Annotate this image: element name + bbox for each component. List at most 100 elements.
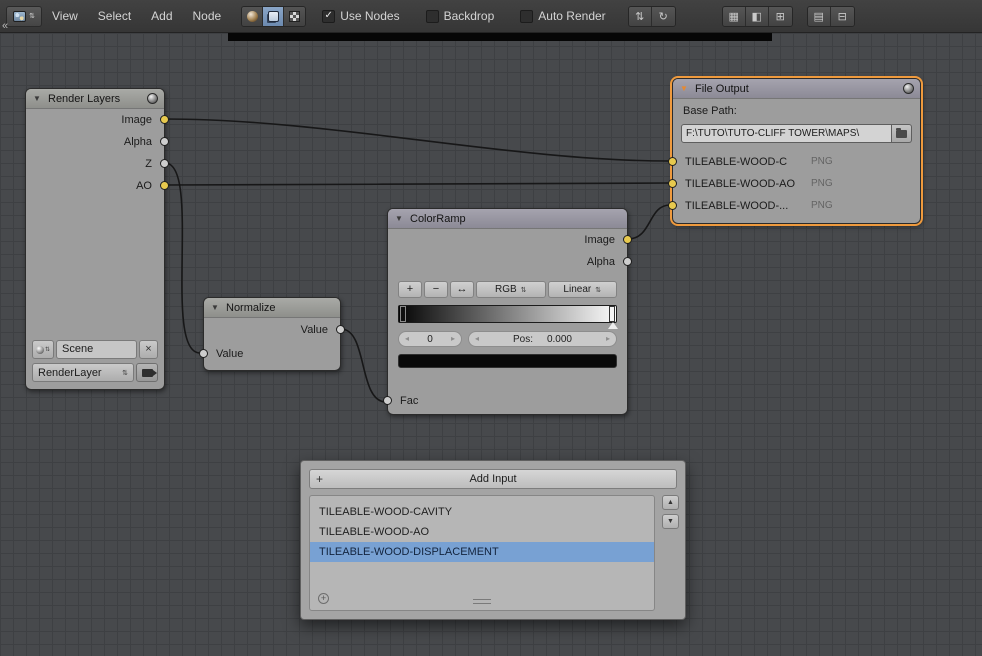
menu-add[interactable]: Add — [141, 9, 182, 23]
compositing-nodes-button[interactable] — [263, 7, 284, 26]
scene-row: ⇅ Scene × — [32, 340, 158, 359]
base-path-row: F:\TUTO\TUTO-CLIFF TOWER\MAPS\ — [681, 124, 912, 143]
render-layers-header[interactable]: ▼ Render Layers — [26, 89, 164, 109]
expand-filter-icon[interactable]: + — [318, 593, 329, 604]
texture-nodes-button[interactable] — [284, 7, 305, 26]
menu-select[interactable]: Select — [88, 9, 141, 23]
collapse-icon[interactable]: ▼ — [211, 298, 219, 318]
stop-index-stepper[interactable]: ◂ 0 ▸ — [398, 331, 462, 347]
file-output-header[interactable]: ▼ File Output — [673, 79, 920, 99]
auto-render-toggle[interactable]: Auto Render — [520, 9, 605, 23]
node-editor-canvas[interactable]: ⇅ View Select Add Node ✓ Use Nodes Backd… — [0, 0, 982, 656]
add-input-button[interactable]: + Add Input — [309, 469, 677, 489]
value-output-socket[interactable] — [336, 325, 345, 334]
slot-input-socket[interactable] — [668, 157, 677, 166]
z-output-socket[interactable] — [160, 159, 169, 168]
image-output-socket[interactable] — [160, 115, 169, 124]
menu-view[interactable]: View — [42, 9, 88, 23]
scroll-up-button[interactable]: ▲ — [662, 495, 679, 510]
colorramp-header[interactable]: ▼ ColorRamp — [388, 209, 627, 229]
overlay-icon[interactable]: ⊞ — [769, 7, 792, 26]
preview-sphere-icon[interactable] — [903, 83, 914, 94]
output-alpha: Alpha — [26, 131, 164, 153]
key-icon[interactable]: ⇅ — [629, 7, 652, 26]
browse-scene-button[interactable]: ⇅ — [32, 340, 54, 359]
position-text: Pos: 0.000 — [479, 334, 606, 345]
stop-color-swatch[interactable] — [398, 354, 617, 368]
paste-icon[interactable]: ⊟ — [831, 7, 854, 26]
browse-path-button[interactable] — [892, 124, 912, 143]
value-input-socket[interactable] — [199, 349, 208, 358]
list-item[interactable]: TILEABLE-WOOD-CAVITY — [310, 502, 654, 522]
scene-name-field[interactable]: Scene — [56, 340, 137, 359]
stepper-right-icon[interactable]: ▸ — [606, 335, 610, 343]
flip-ramp-button[interactable]: ↔ — [450, 281, 474, 298]
snap-icon[interactable]: ▦ — [723, 7, 746, 26]
interpolation-dropdown[interactable]: Linear ⇅ — [548, 281, 618, 298]
render-active-layer-button[interactable] — [136, 363, 158, 382]
base-path-field[interactable]: F:\TUTO\TUTO-CLIFF TOWER\MAPS\ — [681, 124, 892, 143]
shader-nodes-button[interactable] — [242, 7, 263, 26]
stepper-right-icon[interactable]: ▸ — [451, 335, 455, 343]
preview-sphere-icon[interactable] — [147, 93, 158, 104]
pos-value: 0.000 — [547, 334, 572, 345]
node-title: Normalize — [226, 302, 276, 314]
collapse-icon[interactable]: ▼ — [395, 209, 403, 229]
resize-grip[interactable] — [473, 599, 491, 604]
scroll-down-button[interactable]: ▼ — [662, 514, 679, 529]
output-alpha: Alpha — [388, 251, 627, 273]
refresh-icon[interactable]: ↻ — [652, 7, 675, 26]
socket-label: AO — [136, 180, 152, 192]
normalize-header[interactable]: ▼ Normalize — [204, 298, 340, 318]
output-value: Value — [204, 318, 340, 342]
render-layer-dropdown[interactable]: RenderLayer ⇅ — [32, 363, 134, 382]
colorramp-node[interactable]: ▼ ColorRamp Image Alpha + − ↔ RGB ⇅ Line… — [387, 208, 628, 415]
editor-type-button[interactable]: ⇅ — [6, 6, 42, 27]
normalize-node[interactable]: ▼ Normalize Value Value — [203, 297, 341, 371]
stop-position-slider[interactable]: ◂ Pos: 0.000 ▸ — [468, 331, 617, 347]
socket-label: Value — [216, 348, 243, 360]
add-stop-button[interactable]: + — [398, 281, 422, 298]
input-fac: Fac — [388, 390, 627, 412]
file-output-node[interactable]: ▼ File Output Base Path: F:\TUTO\TUTO-CL… — [672, 78, 921, 224]
region-collapse-icon[interactable]: « — [2, 20, 8, 32]
collapse-icon[interactable]: ▼ — [680, 79, 688, 99]
auto-render-label: Auto Render — [538, 9, 605, 23]
socket-label: Alpha — [587, 256, 615, 268]
base-path-label: Base Path: — [683, 105, 737, 117]
list-item-selected[interactable]: TILEABLE-WOOD-DISPLACEMENT — [310, 542, 654, 562]
backdrop-toggle[interactable]: Backdrop — [426, 9, 495, 23]
output-ao: AO — [26, 175, 164, 197]
fac-input-socket[interactable] — [383, 396, 392, 405]
ramp-stop-controls: ◂ 0 ▸ ◂ Pos: 0.000 ▸ — [398, 331, 617, 347]
list-item[interactable]: TILEABLE-WOOD-AO — [310, 522, 654, 542]
color-mode-dropdown[interactable]: RGB ⇅ — [476, 281, 546, 298]
use-nodes-toggle[interactable]: ✓ Use Nodes — [322, 9, 399, 23]
chevron-updown-icon: ⇅ — [45, 347, 50, 353]
ao-output-socket[interactable] — [160, 181, 169, 190]
collapse-icon[interactable]: ▼ — [33, 89, 41, 109]
menu-node[interactable]: Node — [183, 9, 232, 23]
chevron-updown-icon: ⇅ — [521, 286, 527, 294]
scene-sphere-icon — [36, 346, 44, 354]
snap-target-icon[interactable]: ◧ — [746, 7, 769, 26]
copy-icon[interactable]: ▤ — [808, 7, 831, 26]
node-title: ColorRamp — [410, 213, 466, 225]
ramp-stop-black[interactable] — [400, 306, 406, 322]
file-slot-list[interactable]: TILEABLE-WOOD-CAVITY TILEABLE-WOOD-AO TI… — [309, 495, 655, 611]
color-mode-value: RGB — [495, 284, 517, 295]
color-ramp-gradient[interactable] — [398, 305, 617, 323]
active-stop-marker — [608, 322, 618, 329]
image-output-socket[interactable] — [623, 235, 632, 244]
check-icon: ✓ — [325, 11, 333, 21]
slot-input-socket[interactable] — [668, 201, 677, 210]
unlink-scene-button[interactable]: × — [139, 340, 158, 359]
remove-stop-button[interactable]: − — [424, 281, 448, 298]
slot-input-socket[interactable] — [668, 179, 677, 188]
checkbox-unchecked-icon — [520, 10, 533, 23]
ramp-toolbar: + − ↔ RGB ⇅ Linear ⇅ — [398, 281, 617, 298]
alpha-output-socket[interactable] — [160, 137, 169, 146]
ramp-stop-white[interactable] — [609, 306, 615, 322]
render-layers-node[interactable]: ▼ Render Layers Image Alpha Z AO ⇅ Scene… — [25, 88, 165, 390]
alpha-output-socket[interactable] — [623, 257, 632, 266]
